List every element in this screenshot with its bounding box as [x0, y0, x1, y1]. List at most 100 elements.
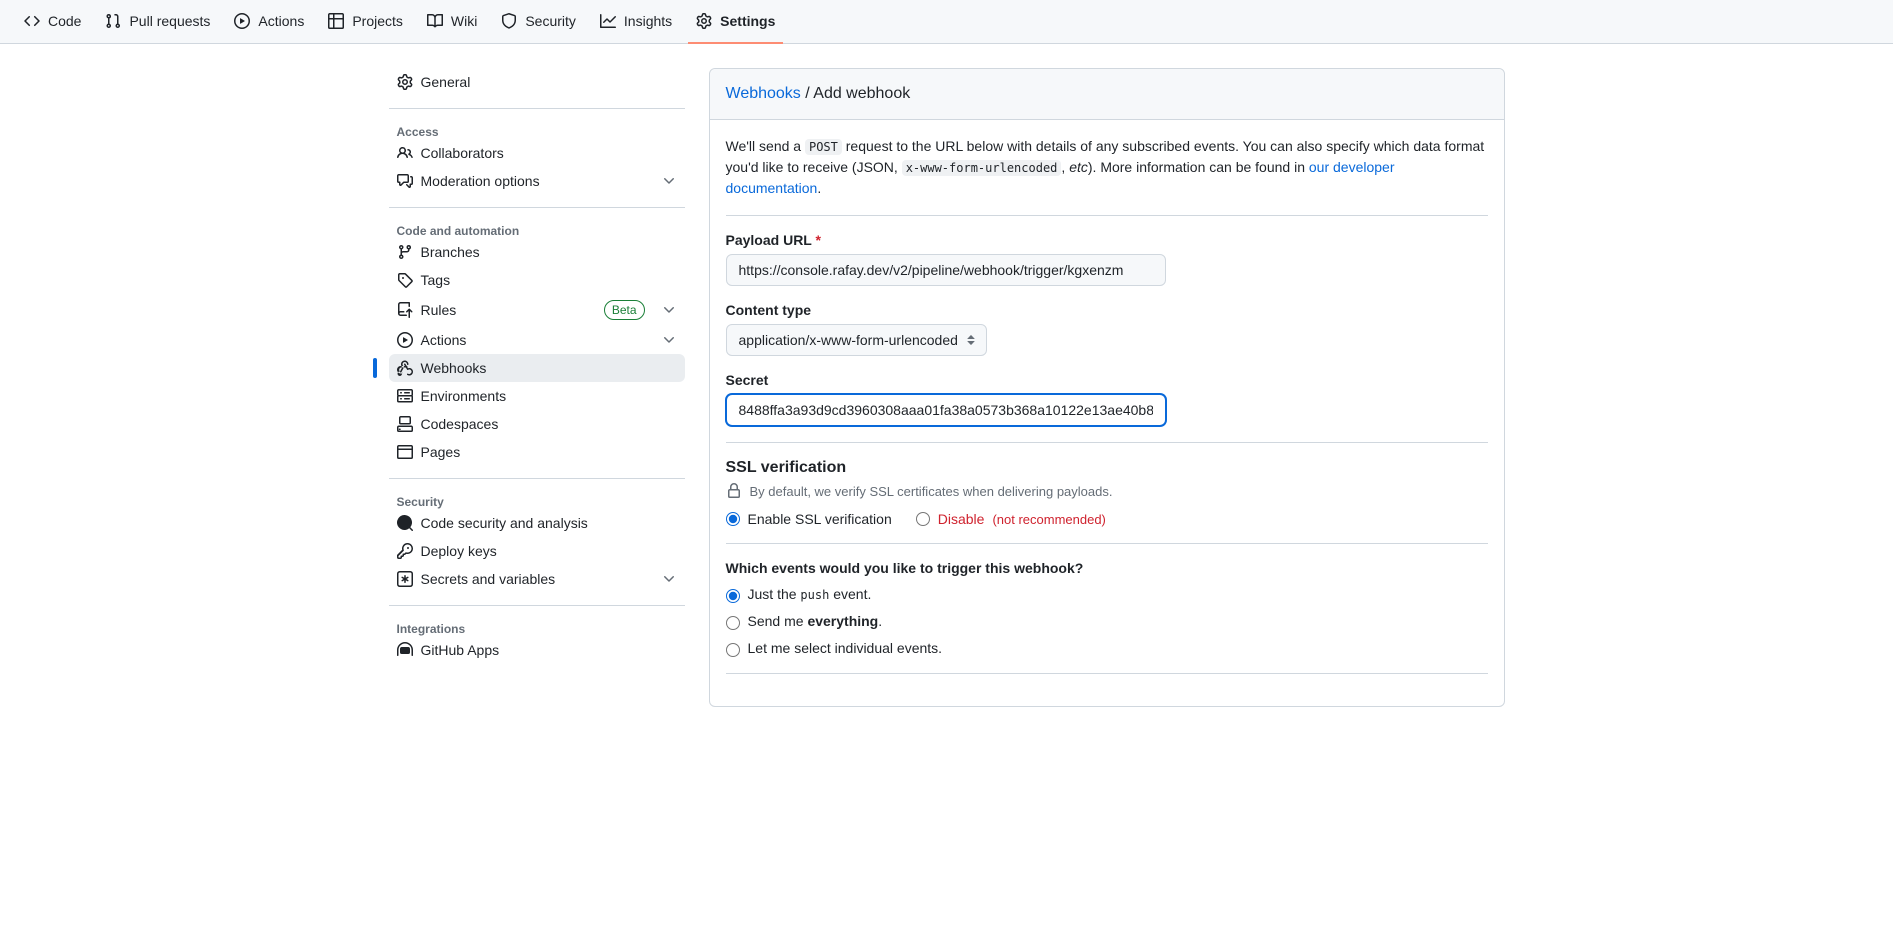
event-just-push[interactable]: Just the push event.	[726, 586, 1488, 603]
chevron-down-icon	[661, 302, 677, 318]
sidebar-item-code-security[interactable]: Code security and analysis	[389, 509, 685, 537]
tab-insights[interactable]: Insights	[592, 0, 680, 44]
divider	[389, 478, 685, 479]
git-pull-request-icon	[105, 13, 121, 29]
sidebar-item-actions[interactable]: Actions	[389, 326, 685, 354]
sidebar-item-branches[interactable]: Branches	[389, 238, 685, 266]
tab-label: Wiki	[451, 13, 477, 29]
payload-url-label: Payload URL *	[726, 232, 1488, 248]
sidebar-item-tags[interactable]: Tags	[389, 266, 685, 294]
sidebar-item-label: GitHub Apps	[421, 642, 500, 658]
sidebar-item-label: Environments	[421, 388, 507, 404]
tab-label: Security	[525, 13, 576, 29]
divider	[726, 442, 1488, 443]
ssl-disable-radio[interactable]	[916, 512, 930, 526]
gear-icon	[397, 74, 413, 90]
event-individual-radio[interactable]	[726, 643, 740, 657]
hubot-icon	[397, 642, 413, 658]
divider	[389, 207, 685, 208]
sidebar-item-label: Moderation options	[421, 173, 540, 189]
secret-label: Secret	[726, 372, 1488, 388]
sidebar-item-collaborators[interactable]: Collaborators	[389, 139, 685, 167]
divider	[389, 108, 685, 109]
ssl-enable-radio[interactable]	[726, 512, 740, 526]
sidebar-item-environments[interactable]: Environments	[389, 382, 685, 410]
server-icon	[397, 388, 413, 404]
table-icon	[328, 13, 344, 29]
tab-security[interactable]: Security	[493, 0, 584, 44]
sidebar-heading-code-automation: Code and automation	[389, 216, 685, 238]
breadcrumb-sep: /	[801, 85, 813, 102]
sidebar-item-label: Pages	[421, 444, 461, 460]
shield-icon	[501, 13, 517, 29]
tab-actions[interactable]: Actions	[226, 0, 312, 44]
sidebar-item-label: Branches	[421, 244, 480, 260]
sidebar-item-label: Codespaces	[421, 416, 499, 432]
ssl-disable-option[interactable]: Disable (not recommended)	[916, 511, 1106, 527]
intro-text: We'll send a POST request to the URL bel…	[726, 136, 1488, 199]
tab-pull-requests[interactable]: Pull requests	[97, 0, 218, 44]
browser-icon	[397, 444, 413, 460]
lock-icon	[726, 483, 742, 499]
sidebar-item-rules[interactable]: Rules Beta	[389, 294, 685, 326]
sidebar-item-github-apps[interactable]: GitHub Apps	[389, 636, 685, 664]
divider	[726, 215, 1488, 216]
payload-url-input[interactable]	[726, 254, 1166, 286]
event-just-push-radio[interactable]	[726, 589, 740, 603]
tab-wiki[interactable]: Wiki	[419, 0, 485, 44]
event-everything[interactable]: Send me everything.	[726, 613, 1488, 630]
tab-label: Code	[48, 13, 81, 29]
webhook-panel: Webhooks / Add webhook We'll send a POST…	[709, 68, 1505, 707]
comment-discussion-icon	[397, 173, 413, 189]
codespaces-icon	[397, 416, 413, 432]
sidebar-item-label: Code security and analysis	[421, 515, 588, 531]
git-branch-icon	[397, 244, 413, 260]
sidebar-item-label: Tags	[421, 272, 451, 288]
ssl-note-row: By default, we verify SSL certificates w…	[726, 483, 1488, 499]
sidebar-item-label: Collaborators	[421, 145, 504, 161]
code-icon	[24, 13, 40, 29]
event-individual[interactable]: Let me select individual events.	[726, 640, 1488, 657]
ssl-note-text: By default, we verify SSL certificates w…	[750, 484, 1113, 499]
sidebar-item-general[interactable]: General	[389, 68, 685, 96]
sidebar-item-label: General	[421, 74, 471, 90]
sidebar-item-webhooks[interactable]: Webhooks	[389, 354, 685, 382]
tab-label: Actions	[258, 13, 304, 29]
sidebar-item-moderation[interactable]: Moderation options	[389, 167, 685, 195]
tab-code[interactable]: Code	[16, 0, 89, 44]
sidebar-item-label: Webhooks	[421, 360, 487, 376]
sidebar-item-deploy-keys[interactable]: Deploy keys	[389, 537, 685, 565]
play-icon	[234, 13, 250, 29]
sidebar-item-secrets[interactable]: Secrets and variables	[389, 565, 685, 593]
webhook-icon	[397, 360, 413, 376]
sidebar-heading-access: Access	[389, 117, 685, 139]
book-icon	[427, 13, 443, 29]
content-type-select[interactable]: application/x-www-form-urlencoded	[726, 324, 987, 356]
play-icon	[397, 332, 413, 348]
tab-projects[interactable]: Projects	[320, 0, 411, 44]
ssl-heading: SSL verification	[726, 459, 1488, 477]
chevron-down-icon	[661, 571, 677, 587]
chevron-down-icon	[661, 332, 677, 348]
secret-input[interactable]	[726, 394, 1166, 426]
graph-icon	[600, 13, 616, 29]
key-asterisk-icon	[397, 571, 413, 587]
beta-badge: Beta	[604, 300, 645, 320]
ssl-enable-option[interactable]: Enable SSL verification	[726, 511, 892, 527]
main-content: Webhooks / Add webhook We'll send a POST…	[709, 68, 1505, 707]
sidebar-heading-integrations: Integrations	[389, 614, 685, 636]
tab-settings[interactable]: Settings	[688, 0, 783, 44]
tab-label: Settings	[720, 13, 775, 29]
tab-label: Projects	[352, 13, 403, 29]
key-icon	[397, 543, 413, 559]
breadcrumb-parent-link[interactable]: Webhooks	[726, 85, 801, 102]
repo-tabs: Code Pull requests Actions Projects Wiki…	[0, 0, 1893, 44]
event-everything-radio[interactable]	[726, 616, 740, 630]
sidebar-item-codespaces[interactable]: Codespaces	[389, 410, 685, 438]
gear-icon	[696, 13, 712, 29]
divider	[389, 605, 685, 606]
repo-push-icon	[397, 302, 413, 318]
sidebar-item-pages[interactable]: Pages	[389, 438, 685, 466]
tab-label: Pull requests	[129, 13, 210, 29]
divider	[726, 543, 1488, 544]
